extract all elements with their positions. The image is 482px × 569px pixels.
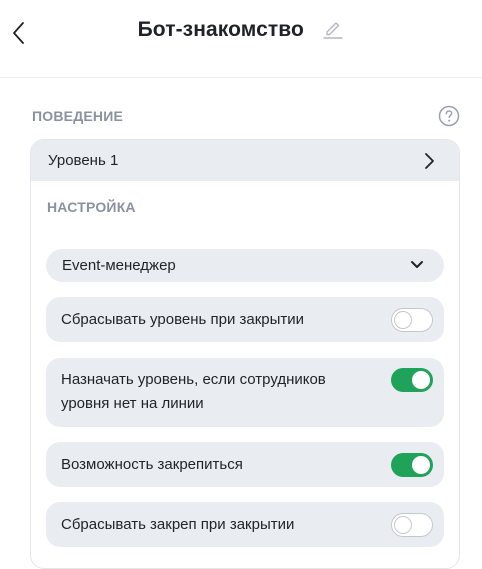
option-label: Назначать уровень, если сотрудников уров… [61, 368, 326, 416]
option-label-line-1: Назначать уровень, если сотрудников [61, 371, 326, 388]
settings-section-label: НАСТРОЙКА [47, 199, 136, 215]
help-button[interactable] [437, 104, 461, 128]
option-reset-pin: Сбрасывать закреп при закрытии [46, 502, 444, 547]
option-can-pin: Возможность закрепиться [46, 442, 444, 487]
toggle-switch[interactable] [391, 368, 433, 392]
behavior-card: Уровень 1 НАСТРОЙКА Event-менеджер Сбрас… [30, 139, 460, 569]
option-assign-level: Назначать уровень, если сотрудников уров… [46, 358, 444, 427]
chevron-down-icon [411, 261, 423, 268]
role-select[interactable]: Event-менеджер [46, 249, 444, 282]
toggle-knob [394, 311, 412, 329]
page-title: Бот-знакомство [137, 18, 304, 41]
option-label-line-2: уровня нет на линии [61, 395, 204, 412]
question-circle-icon [438, 105, 460, 127]
pencil-icon [323, 22, 344, 39]
level-label: Уровень 1 [48, 152, 119, 169]
edit-title-button[interactable] [322, 17, 344, 39]
option-reset-level: Сбрасывать уровень при закрытии [46, 297, 444, 342]
chevron-right-icon [425, 153, 434, 169]
behavior-section-label: ПОВЕДЕНИЕ [32, 108, 124, 124]
option-label: Сбрасывать закреп при закрытии [61, 516, 295, 533]
toggle-switch[interactable] [391, 513, 433, 537]
header: Бот-знакомство [0, 0, 482, 78]
level-row[interactable]: Уровень 1 [31, 140, 459, 181]
option-label: Сбрасывать уровень при закрытии [61, 311, 305, 328]
toggle-knob [394, 516, 412, 534]
toggle-knob [412, 371, 430, 389]
role-select-value: Event-менеджер [62, 257, 176, 274]
option-label: Возможность закрепиться [61, 456, 243, 473]
toggle-switch[interactable] [391, 453, 433, 477]
toggle-switch[interactable] [391, 308, 433, 332]
title-wrap: Бот-знакомство [0, 18, 482, 42]
toggle-knob [412, 456, 430, 474]
